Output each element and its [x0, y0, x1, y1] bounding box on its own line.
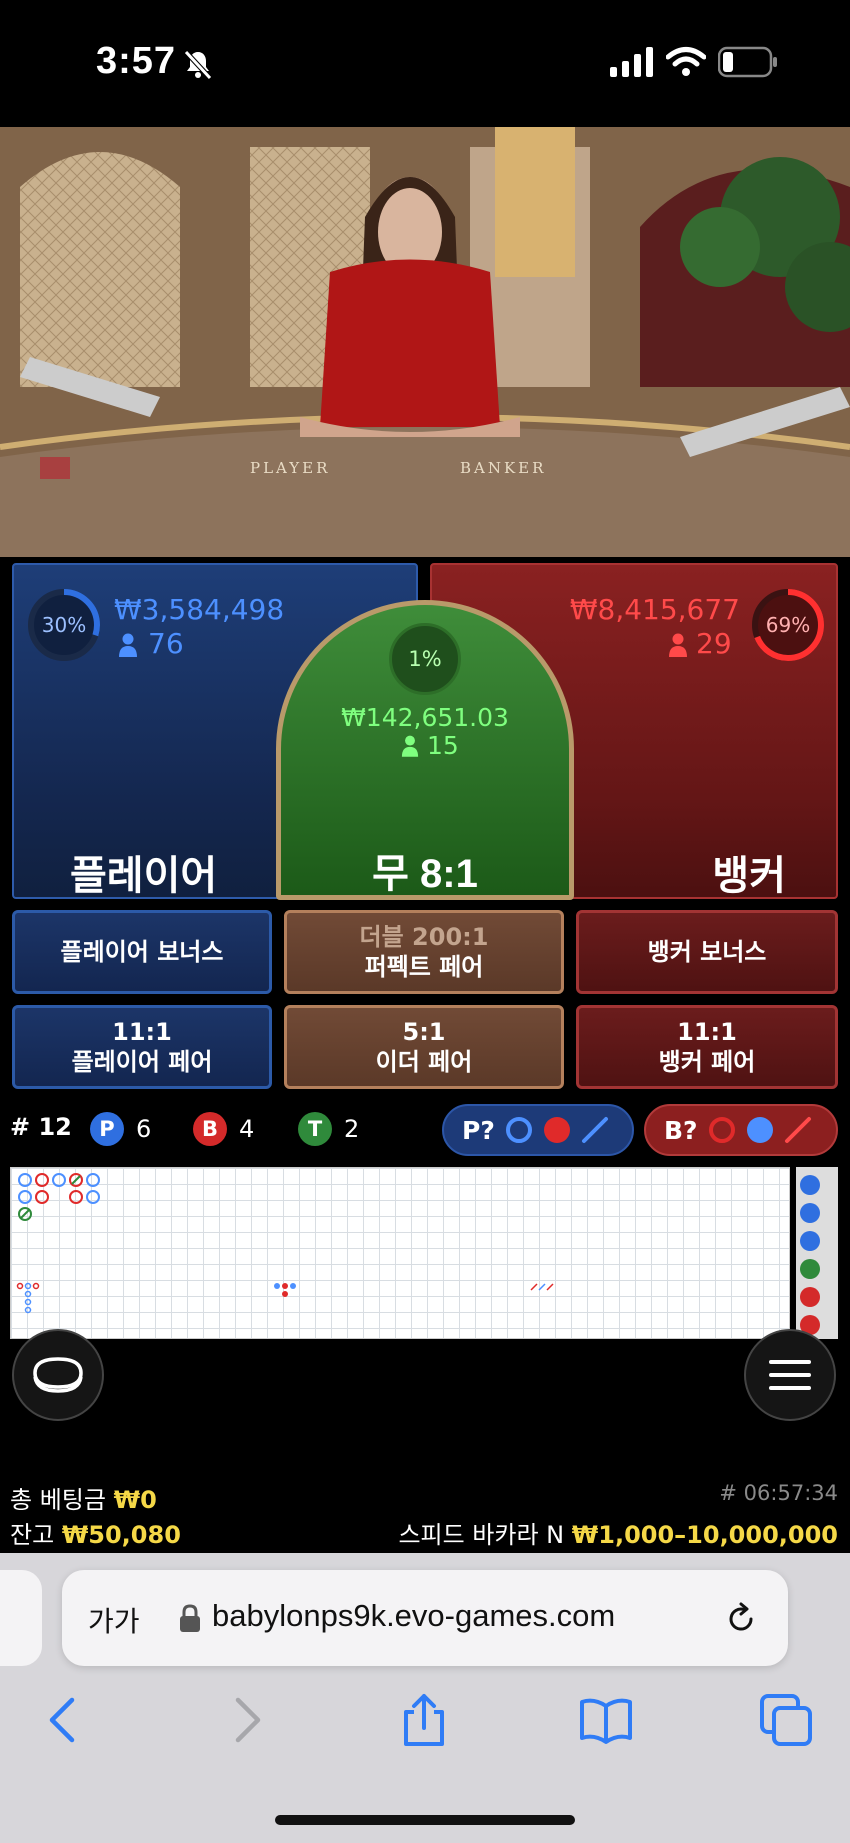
red-ring-icon [708, 1117, 735, 1143]
game-name: 스피드 바카라 N [398, 1521, 565, 1549]
game-limits: 스피드 바카라 N ₩1,000–10,000,000 [398, 1515, 838, 1550]
player-bet-amount: ₩3,584,498 [114, 593, 285, 626]
url-text[interactable]: babylonps9k.evo-games.com [212, 1598, 692, 1634]
banker-win-count: B 4 [193, 1112, 254, 1146]
game-round-id: # 06:57:34 [719, 1481, 838, 1505]
live-dealer-video: PLAYER BANKER [0, 127, 850, 557]
tie-win-count: T 2 [298, 1112, 359, 1146]
cellular-signal-icon [610, 47, 653, 77]
address-bar[interactable]: 가가 babylonps9k.evo-games.com [62, 1570, 788, 1666]
tie-bet-spot[interactable]: 1% ₩142,651.03 15 무 8:1 [276, 600, 574, 900]
status-bar: 3:57 [0, 0, 850, 127]
forward-icon[interactable] [218, 1692, 274, 1748]
wifi-icon [666, 47, 706, 76]
tie-bet-amount: ₩142,651.03 [341, 703, 509, 732]
previous-tab-stub[interactable] [0, 1570, 42, 1666]
player-prediction-label: P? [462, 1115, 495, 1145]
reload-icon[interactable] [724, 1602, 758, 1636]
back-icon[interactable] [36, 1692, 92, 1748]
felt-player-text: PLAYER [250, 459, 330, 477]
banker-badge: B [193, 1112, 227, 1146]
menu-button[interactable] [744, 1329, 836, 1421]
lock-icon [180, 1604, 200, 1632]
road-preview-column [796, 1167, 838, 1339]
player-bonus-label: 플레이어 보너스 [60, 938, 224, 966]
share-icon[interactable] [396, 1692, 452, 1748]
banker-label: 뱅커 [712, 854, 786, 898]
blue-ring-icon [505, 1117, 532, 1143]
either-pair-label: 이더 페어 [375, 1048, 473, 1076]
banker-bettor-count: 29 [696, 627, 732, 660]
red-slash-icon [784, 1117, 811, 1143]
player-prediction-button[interactable]: P? [442, 1104, 634, 1156]
player-pair-label: 플레이어 페어 [71, 1048, 213, 1076]
user-icon [669, 633, 687, 657]
balance-value: ₩50,080 [61, 1521, 181, 1549]
home-indicator[interactable] [275, 1815, 575, 1825]
bookmarks-icon[interactable] [578, 1692, 634, 1748]
scoreboard-road[interactable] [10, 1167, 790, 1339]
banker-pair-odds: 11:1 [677, 1018, 737, 1046]
player-percent: 30% [41, 613, 87, 637]
blue-slash-icon [581, 1117, 608, 1143]
banker-pair-label: 뱅커 페어 [658, 1048, 756, 1076]
bead-road-marks [16, 1173, 554, 1314]
tie-badge: T [298, 1112, 332, 1146]
banker-count: 4 [239, 1115, 255, 1143]
red-dot-icon [543, 1117, 570, 1143]
blue-dot-icon [746, 1117, 773, 1143]
banker-prediction-button[interactable]: B? [644, 1104, 838, 1156]
total-bet-value: ₩0 [113, 1486, 157, 1514]
balance-label: 잔고 [10, 1521, 55, 1549]
either-pair-button[interactable]: 5:1 이더 페어 [284, 1005, 564, 1089]
text-size-button[interactable]: 가가 [88, 1600, 140, 1640]
user-icon [401, 735, 419, 757]
player-pair-odds: 11:1 [112, 1018, 172, 1046]
tabs-icon[interactable] [758, 1692, 814, 1748]
road-preview-marks [800, 1175, 820, 1335]
either-pair-odds: 5:1 [402, 1018, 446, 1046]
bet-limits: ₩1,000–10,000,000 [571, 1521, 838, 1549]
banker-bet-amount: ₩8,415,677 [569, 593, 740, 626]
hamburger-menu-icon [769, 1360, 811, 1390]
player-pair-button[interactable]: 11:1 플레이어 페어 [12, 1005, 272, 1089]
perfect-pair-odds: 더블 200:1 [359, 923, 489, 951]
player-badge: P [90, 1112, 124, 1146]
perfect-pair-label: 퍼펙트 페어 [364, 953, 484, 981]
banker-percent: 69% [765, 613, 811, 637]
banker-pair-button[interactable]: 11:1 뱅커 페어 [576, 1005, 838, 1089]
tie-label: 무 8:1 [372, 852, 478, 896]
status-time: 3:57 [96, 40, 177, 82]
table-icon [33, 1357, 83, 1393]
perfect-pair-button[interactable]: 더블 200:1 퍼펙트 페어 [284, 910, 564, 994]
lobby-button[interactable] [12, 1329, 104, 1421]
banker-bonus-button[interactable]: 뱅커 보너스 [576, 910, 838, 994]
battery-icon [718, 46, 777, 78]
felt-banker-text: BANKER [460, 459, 546, 477]
tie-count: 2 [344, 1115, 360, 1143]
tie-bettor-count: 15 [427, 731, 459, 760]
balance: 잔고 ₩50,080 [10, 1515, 181, 1550]
total-bet-label: 총 베팅금 [10, 1486, 106, 1514]
bell-muted-icon [184, 50, 212, 80]
player-bonus-button[interactable]: 플레이어 보너스 [12, 910, 272, 994]
player-win-count: P 6 [90, 1112, 151, 1146]
round-number: # 12 [10, 1113, 72, 1141]
player-bettor-count: 76 [148, 627, 184, 660]
banker-prediction-label: B? [664, 1115, 698, 1145]
player-count: 6 [136, 1115, 152, 1143]
player-label: 플레이어 [70, 854, 218, 898]
banker-bonus-label: 뱅커 보너스 [647, 938, 767, 966]
total-bet: 총 베팅금 ₩0 [10, 1480, 157, 1515]
user-icon [119, 633, 137, 657]
dealer-scene: PLAYER BANKER [0, 127, 850, 557]
tie-percent: 1% [389, 623, 461, 695]
